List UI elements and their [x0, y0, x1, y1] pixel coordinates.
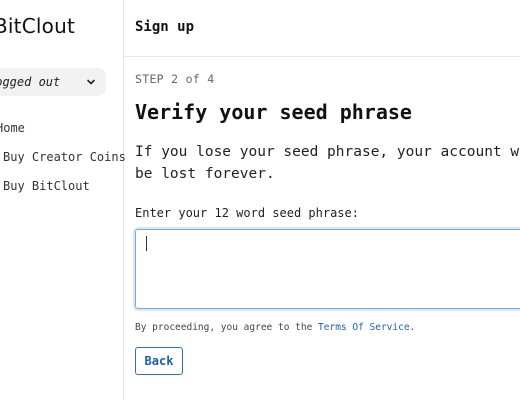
page-title: Sign up: [135, 19, 195, 35]
account-selector-label: Logged out: [0, 75, 61, 89]
seed-phrase-input[interactable]: [135, 229, 520, 309]
sidebar-item-home[interactable]: Home: [0, 121, 25, 135]
section-heading: Verify your seed phrase: [135, 100, 412, 124]
warning-description: If you lose your seed phrase, your accou…: [135, 144, 520, 182]
app-logo[interactable]: BitClout: [0, 14, 75, 38]
back-button[interactable]: Back: [135, 347, 183, 375]
top-bar: Sign up: [124, 0, 520, 57]
sidebar: BitClout Logged out Home Buy Creator Coi…: [0, 0, 126, 400]
terms-notice-text: By proceeding, you agree to the: [135, 322, 319, 333]
sidebar-item-buy-bitclout[interactable]: Buy BitClout: [3, 179, 90, 193]
terms-of-service-link[interactable]: Terms Of Service: [318, 322, 410, 333]
seed-phrase-label: Enter your 12 word seed phrase:: [135, 206, 359, 220]
chevron-down-icon: [86, 77, 96, 87]
sidebar-item-buy-creator-coins[interactable]: Buy Creator Coins: [3, 150, 126, 164]
terms-notice-period: .: [409, 322, 416, 333]
text-cursor: [146, 236, 147, 251]
account-selector[interactable]: Logged out: [0, 68, 106, 96]
step-indicator: STEP 2 of 4: [135, 72, 215, 86]
terms-notice: By proceeding, you agree to the Terms Of…: [135, 322, 415, 333]
